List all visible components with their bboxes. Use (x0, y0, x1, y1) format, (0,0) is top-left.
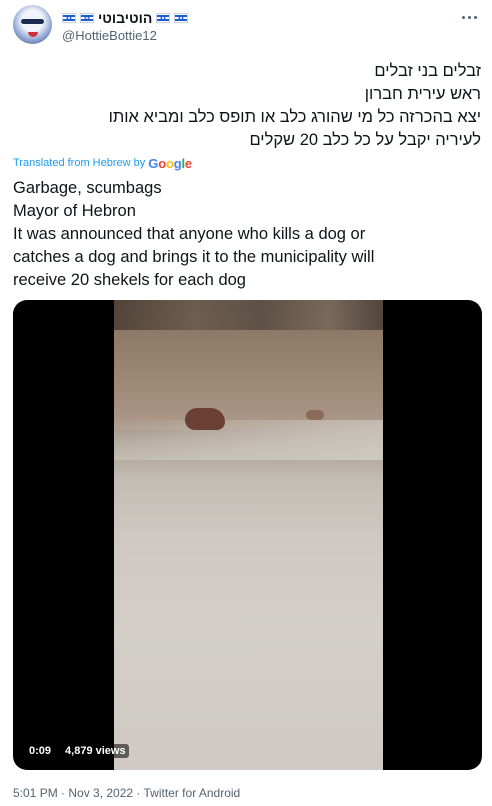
video-road-edge (114, 420, 383, 460)
tweet-line: ראש עירית חברון (364, 85, 481, 103)
video-dog (185, 408, 225, 430)
display-name[interactable]: הוטיבוטי (98, 10, 152, 26)
israel-flag-icon (62, 13, 76, 23)
translation-line: catches a dog and brings it to the munic… (13, 248, 375, 266)
tweet-line: זבלים בני זבלים (374, 62, 481, 80)
video-bushes (114, 300, 383, 330)
tweet-text-translation: Garbage, scumbags Mayor of Hebron It was… (13, 177, 483, 292)
video-duration: 0:09 (26, 744, 55, 758)
more-options-icon[interactable] (458, 6, 480, 28)
avatar-eyes (21, 19, 44, 24)
tweet-text-original: זבלים בני זבלים ראש עירית חברון יצא בהכר… (11, 60, 481, 152)
video-player[interactable]: 0:09 4,879 views (13, 300, 482, 770)
translation-line: receive 20 shekels for each dog (13, 271, 246, 289)
tweet-line: יצא בהכרזה כל מי שהורג כלב או תופס כלב ו… (108, 108, 481, 126)
translation-attribution[interactable]: Translated from Hebrew by Google (13, 155, 192, 171)
video-hillside (114, 330, 383, 430)
user-handle[interactable]: @HottieBottie12 (62, 28, 157, 43)
video-meta: 0:09 4,879 views (26, 744, 129, 758)
video-views: 4,879 views (62, 744, 129, 758)
display-name-row[interactable]: הוטיבוטי (62, 9, 189, 27)
translation-line: It was announced that anyone who kills a… (13, 225, 366, 243)
tweet-timestamp[interactable]: 5:01 PM · Nov 3, 2022 · Twitter for Andr… (13, 786, 240, 802)
avatar[interactable] (13, 5, 52, 44)
israel-flag-icon (156, 13, 171, 23)
translation-label: Translated from Hebrew by (13, 157, 146, 169)
tweet-line: לעיריה יקבל על כל כלב 20 שקלים (249, 131, 481, 149)
translation-line: Garbage, scumbags (13, 179, 162, 197)
google-logo: Google (148, 155, 192, 171)
tweet-header: הוטיבוטי @HottieBottie12 (0, 0, 492, 52)
israel-flag-icon (174, 13, 189, 23)
avatar-mouth (28, 32, 38, 37)
video-frame (114, 300, 383, 770)
video-animal (306, 410, 324, 420)
translation-line: Mayor of Hebron (13, 202, 136, 220)
israel-flag-icon (80, 13, 94, 23)
